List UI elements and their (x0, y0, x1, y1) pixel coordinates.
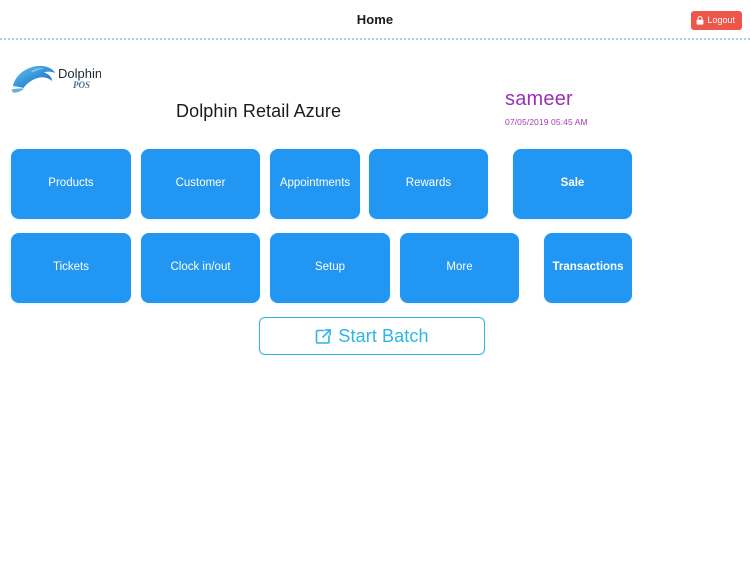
logout-button[interactable]: Logout (691, 11, 742, 30)
tile-sale[interactable]: Sale (513, 149, 632, 219)
start-batch-button[interactable]: Start Batch (259, 317, 485, 355)
tile-more[interactable]: More (400, 233, 519, 303)
user-name: sameer (505, 88, 573, 110)
tile-row-1: Products Customer Appointments Rewards S… (0, 149, 750, 219)
start-batch-label: Start Batch (338, 325, 429, 346)
logout-label: Logout (707, 15, 735, 25)
tile-appointments[interactable]: Appointments (270, 149, 360, 219)
user-info: sameer 07/05/2019 05:45 AM (505, 88, 588, 127)
tile-transactions[interactable]: Transactions (544, 233, 632, 303)
tile-setup[interactable]: Setup (270, 233, 390, 303)
tile-grid: Products Customer Appointments Rewards S… (0, 149, 750, 317)
tile-clock-in-out[interactable]: Clock in/out (141, 233, 260, 303)
tile-products[interactable]: Products (11, 149, 131, 219)
dolphin-logo-icon: Dolphin POS (9, 60, 101, 96)
svg-text:POS: POS (73, 80, 90, 90)
app-header: Home Logout (0, 0, 750, 40)
lock-icon (696, 16, 704, 25)
user-datetime: 07/05/2019 05:45 AM (505, 117, 588, 127)
page-title-header: Home (356, 11, 394, 27)
tile-rewards[interactable]: Rewards (369, 149, 488, 219)
svg-text:Dolphin: Dolphin (58, 66, 101, 81)
tile-customer[interactable]: Customer (141, 149, 260, 219)
page-title: Dolphin Retail Azure (176, 101, 342, 121)
external-link-icon (315, 328, 332, 345)
tile-row-2: Tickets Clock in/out Setup More Transact… (0, 233, 750, 303)
tile-tickets[interactable]: Tickets (11, 233, 131, 303)
